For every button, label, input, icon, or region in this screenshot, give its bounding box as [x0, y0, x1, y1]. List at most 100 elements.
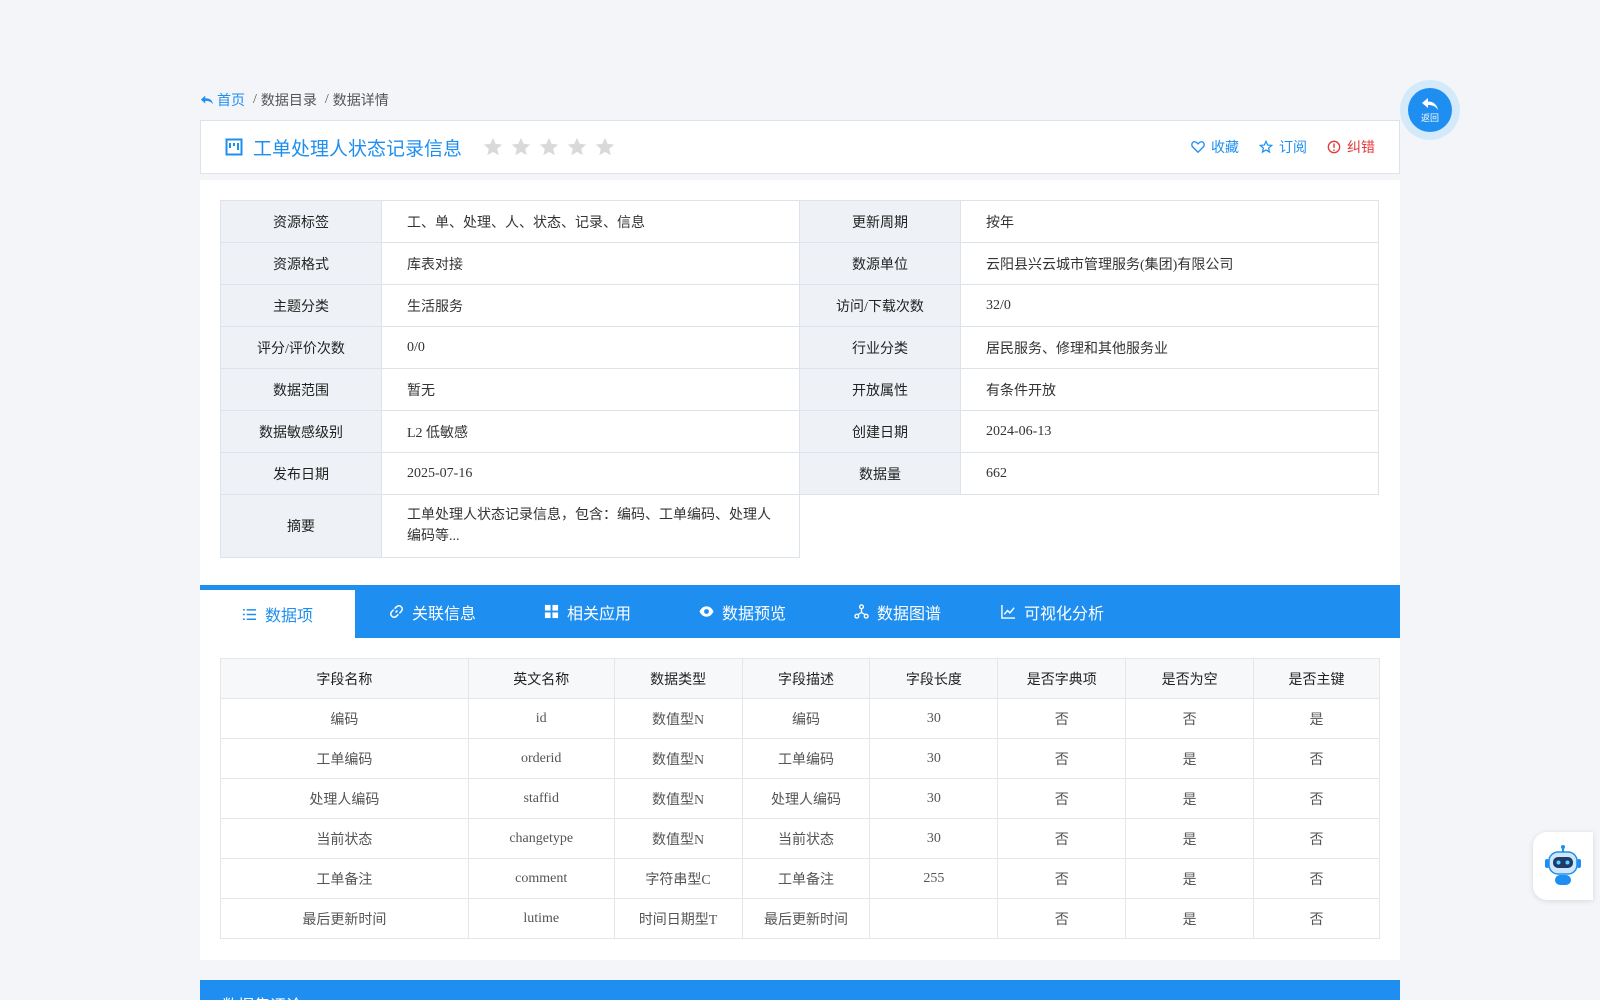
metadata-row: 发布日期 2025-07-16 数据量 662	[220, 452, 1379, 495]
metadata-value: 0/0	[381, 326, 800, 369]
table-cell: 字符串型C	[613, 858, 743, 899]
table-cell: 是	[1253, 698, 1380, 739]
metadata-value: 2024-06-13	[960, 410, 1379, 453]
breadcrumb-home-label: 首页	[217, 94, 245, 109]
table-cell: 时间日期型T	[613, 898, 743, 939]
metadata-value: 库表对接	[381, 242, 800, 285]
dataset-header: 工单处理人状态记录信息 收藏 订阅 纠错	[200, 120, 1400, 174]
metadata-label: 发布日期	[220, 452, 382, 495]
report-error-button[interactable]: 纠错	[1327, 137, 1375, 157]
alert-circle-icon	[1327, 140, 1341, 154]
table-cell: staffid	[467, 778, 615, 819]
star-icon[interactable]	[482, 136, 504, 158]
table-cell: 编码	[220, 698, 469, 739]
metadata-label: 数据范围	[220, 368, 382, 411]
favorite-button[interactable]: 收藏	[1191, 137, 1239, 157]
robot-icon	[1545, 845, 1581, 885]
column-header: 数据类型	[613, 658, 743, 699]
table-row: 工单编码 orderid 数值型N 工单编码 30 否 是 否	[220, 738, 1380, 779]
table-cell: 处理人编码	[220, 778, 469, 819]
table-cell: 否	[997, 698, 1127, 739]
metadata-value: 生活服务	[381, 284, 800, 327]
summary-text: 工单处理人状态记录信息，包含：编码、工单编码、处理人编码等...	[381, 494, 800, 558]
table-cell: 当前状态	[220, 818, 469, 859]
table-row: 编码 id 数值型N 编码 30 否 否 是	[220, 698, 1380, 739]
favorite-label: 收藏	[1211, 141, 1239, 156]
tab-data-items[interactable]: 数据项	[200, 585, 355, 638]
table-cell: 数值型N	[613, 698, 743, 739]
table-cell: 是	[1125, 738, 1255, 779]
dataset-icon	[225, 138, 243, 156]
tab-related-info[interactable]: 关联信息	[355, 585, 510, 638]
tab-data-graph[interactable]: 数据图谱	[820, 585, 975, 638]
metadata-value: 工、单、处理、人、状态、记录、信息	[381, 200, 800, 243]
star-icon[interactable]	[566, 136, 588, 158]
breadcrumb-home-link[interactable]: 首页	[200, 90, 245, 110]
comments-section-header: 数据集评论	[200, 980, 1400, 1000]
detail-tabs: 数据项 关联信息 相关应用 数据预览 数据图谱 可视化分析	[200, 585, 1400, 638]
table-row: 处理人编码 staffid 数值型N 处理人编码 30 否 是 否	[220, 778, 1380, 819]
tab-label: 关联信息	[411, 605, 476, 623]
metadata-row-summary: 摘要 工单处理人状态记录信息，包含：编码、工单编码、处理人编码等...	[220, 494, 1379, 558]
table-cell: 30	[869, 738, 999, 779]
back-arrow-icon	[1422, 97, 1438, 110]
tab-data-preview[interactable]: 数据预览	[665, 585, 820, 638]
table-cell: comment	[467, 858, 615, 899]
page-title: 工单处理人状态记录信息	[253, 138, 463, 160]
table-cell: 数值型N	[613, 818, 743, 859]
breadcrumb-catalog-link[interactable]: 数据目录	[261, 90, 317, 110]
table-cell: 是	[1125, 778, 1255, 819]
table-cell: 否	[997, 738, 1127, 779]
metadata-label: 更新周期	[799, 200, 961, 243]
back-button[interactable]: 返回	[1400, 80, 1460, 140]
table-cell: 工单编码	[741, 738, 871, 779]
table-cell	[869, 898, 999, 939]
tab-visual-analysis[interactable]: 可视化分析	[975, 585, 1130, 638]
column-header: 字段长度	[869, 658, 999, 699]
metadata-label: 开放属性	[799, 368, 961, 411]
column-header: 字段描述	[741, 658, 871, 699]
metadata-row: 评分/评价次数 0/0 行业分类 居民服务、修理和其他服务业	[220, 326, 1379, 369]
reply-arrow-icon	[200, 95, 214, 105]
table-cell: changetype	[467, 818, 615, 859]
metadata-value: 云阳县兴云城市管理服务(集团)有限公司	[960, 242, 1379, 285]
metadata-row: 数据范围 暂无 开放属性 有条件开放	[220, 368, 1379, 411]
rating-stars[interactable]	[482, 136, 616, 158]
back-button-inner[interactable]: 返回	[1408, 88, 1452, 132]
tab-related-apps[interactable]: 相关应用	[510, 585, 665, 638]
metadata-value: L2 低敏感	[381, 410, 800, 453]
metadata-value: 662	[960, 452, 1379, 495]
star-icon[interactable]	[538, 136, 560, 158]
table-cell: orderid	[467, 738, 615, 779]
network-icon	[854, 604, 869, 619]
table-cell: 编码	[741, 698, 871, 739]
metadata-panel: 资源标签 工、单、处理、人、状态、记录、信息 更新周期 按年 资源格式 库表对接…	[200, 180, 1400, 585]
tab-label: 数据图谱	[876, 605, 941, 623]
table-cell: 是	[1125, 898, 1255, 939]
table-cell: 否	[1253, 738, 1380, 779]
metadata-label: 创建日期	[799, 410, 961, 453]
table-header-row: 字段名称 英文名称 数据类型 字段描述 字段长度 是否字典项 是否为空 是否主键	[220, 658, 1380, 699]
column-header: 是否主键	[1253, 658, 1380, 699]
table-cell: 处理人编码	[741, 778, 871, 819]
metadata-value: 居民服务、修理和其他服务业	[960, 326, 1379, 369]
data-items-panel: 字段名称 英文名称 数据类型 字段描述 字段长度 是否字典项 是否为空 是否主键…	[200, 638, 1400, 960]
star-icon[interactable]	[594, 136, 616, 158]
table-cell: 否	[1253, 818, 1380, 859]
metadata-label: 主题分类	[220, 284, 382, 327]
assistant-robot-button[interactable]	[1533, 832, 1593, 900]
list-icon	[242, 608, 257, 620]
star-icon[interactable]	[510, 136, 532, 158]
tab-label: 数据预览	[721, 605, 786, 623]
table-cell: 30	[869, 698, 999, 739]
table-cell: 否	[997, 778, 1127, 819]
metadata-label: 资源格式	[220, 242, 382, 285]
link-icon	[389, 605, 403, 618]
heart-icon	[1191, 141, 1205, 154]
table-cell: lutime	[467, 898, 615, 939]
breadcrumb-current: 数据详情	[332, 94, 389, 109]
table-row: 最后更新时间 lutime 时间日期型T 最后更新时间 否 是 否	[220, 898, 1380, 939]
eye-icon	[699, 606, 714, 617]
subscribe-button[interactable]: 订阅	[1259, 137, 1307, 157]
table-cell: 是	[1125, 818, 1255, 859]
